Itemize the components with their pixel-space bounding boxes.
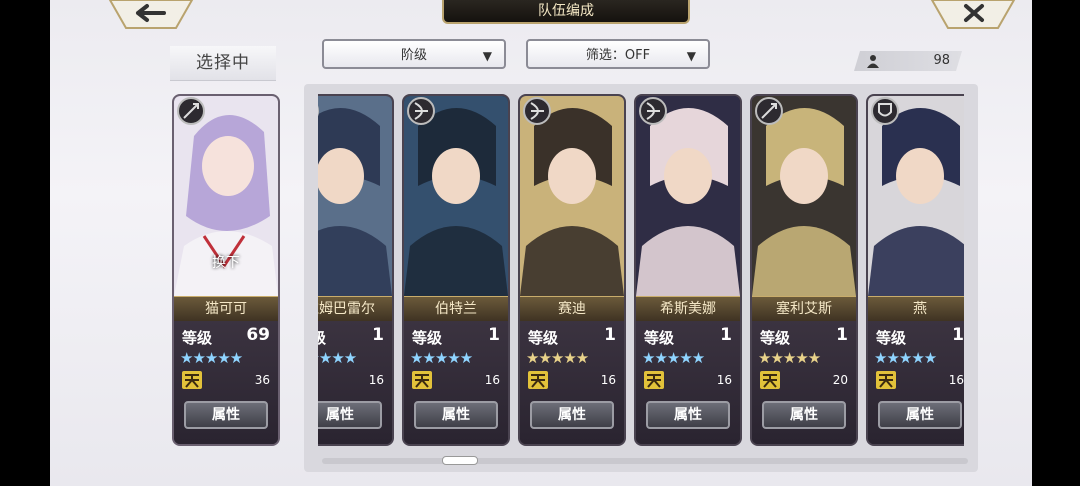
filter-label: 筛选：OFF: [585, 48, 651, 63]
attributes-button[interactable]: 属性: [762, 401, 846, 429]
star-rating: ★★★★★: [318, 349, 357, 367]
heaven-rank-icon: [528, 371, 548, 389]
star-rating: ★★★★★: [874, 349, 937, 367]
character-portrait: [868, 96, 964, 296]
unit-name: 伯特兰: [404, 296, 508, 322]
selecting-label: 选择中: [170, 46, 276, 81]
character-portrait: [752, 96, 856, 296]
level-label: 等级: [318, 329, 327, 347]
unit-card[interactable]: 拉姆巴雷尔等级 1 ★★★★★ 16 属性: [318, 96, 392, 444]
level-value: 1: [488, 325, 500, 345]
level-label: 等级: [644, 329, 675, 347]
chevron-down-icon: ▼: [686, 49, 696, 63]
heaven-rank-icon: [760, 371, 780, 389]
close-icon: [930, 0, 1016, 29]
star-rating: ★★★★★: [526, 349, 589, 367]
attributes-button[interactable]: 属性: [318, 401, 382, 429]
character-portrait: [520, 96, 624, 296]
level-value: 69: [246, 325, 270, 345]
level-value: 1: [372, 325, 384, 345]
chevron-down-icon: ▼: [482, 49, 492, 63]
level-label: 等级: [876, 329, 907, 347]
heaven-rank-icon: [412, 371, 432, 389]
level-label: 等级: [412, 329, 443, 347]
unit-name: 塞利艾斯: [752, 296, 856, 322]
unit-count-value: 98: [933, 53, 950, 68]
level-value: 1: [952, 325, 964, 345]
unit-name: 赛迪: [520, 296, 624, 322]
star-rating: ★★★★★: [180, 349, 243, 367]
skill-value: 36: [254, 373, 270, 387]
selected-unit-card[interactable]: 换下 猫可可 等级 69 ★★★★★ 36 属性: [174, 96, 278, 444]
star-rating: ★★★★★: [758, 349, 821, 367]
roster-scroll-thumb[interactable]: [442, 456, 478, 465]
arrow-left-icon: [108, 0, 194, 29]
skill-value: 16: [484, 373, 500, 387]
attributes-button[interactable]: 属性: [530, 401, 614, 429]
bow-icon: [639, 97, 667, 125]
attributes-button[interactable]: 属性: [646, 401, 730, 429]
swap-out-label: 换下: [212, 255, 240, 271]
skill-value: 16: [716, 373, 732, 387]
level-label: 等级: [760, 329, 791, 347]
level-label: 等级: [182, 329, 213, 347]
attributes-button[interactable]: 属性: [878, 401, 962, 429]
unit-roster: 拉姆巴雷尔等级 1 ★★★★★ 16 属性 伯特兰等级 1 ★★★★★ 16 属性 赛迪等级 1 ★★★…: [318, 90, 964, 450]
person-icon: [866, 54, 880, 68]
heaven-rank-icon: [644, 371, 664, 389]
bow-icon: [523, 97, 551, 125]
character-portrait: [636, 96, 740, 296]
unit-name: 燕: [868, 296, 964, 322]
character-portrait: [318, 96, 392, 296]
filter-dropdown[interactable]: 筛选：OFF ▼: [526, 39, 710, 69]
level-label: 等级: [528, 329, 559, 347]
level-value: 1: [720, 325, 732, 345]
close-button[interactable]: [930, 0, 1016, 30]
shield-icon: [871, 97, 899, 125]
heaven-rank-icon: [182, 371, 202, 389]
spear-icon: [755, 97, 783, 125]
star-rating: ★★★★★: [642, 349, 705, 367]
unit-name: 猫可可: [174, 296, 278, 322]
unit-card[interactable]: 希斯美娜等级 1 ★★★★★ 16 属性: [636, 96, 740, 444]
unit-card[interactable]: 塞利艾斯等级 1 ★★★★★ 20 属性: [752, 96, 856, 444]
unit-card[interactable]: 赛迪等级 1 ★★★★★ 16 属性: [520, 96, 624, 444]
rank-sort-label: 阶级: [400, 48, 427, 63]
unit-count: 98: [854, 51, 962, 71]
level-value: 1: [604, 325, 616, 345]
unit-card[interactable]: 燕等级 1 ★★★★★ 16 属性: [868, 96, 964, 444]
roster-scrollbar[interactable]: [322, 458, 968, 464]
skill-value: 20: [832, 373, 848, 387]
unit-name: 拉姆巴雷尔: [318, 296, 392, 322]
unit-name: 希斯美娜: [636, 296, 740, 322]
rank-sort-dropdown[interactable]: 阶级 ▼: [322, 39, 506, 69]
level-value: 1: [836, 325, 848, 345]
attributes-button[interactable]: 属性: [414, 401, 498, 429]
star-rating: ★★★★★: [410, 349, 473, 367]
unit-card[interactable]: 伯特兰等级 1 ★★★★★ 16 属性: [404, 96, 508, 444]
bow-icon: [407, 97, 435, 125]
spear-icon: [318, 105, 319, 117]
character-portrait: [404, 96, 508, 296]
page-title: 队伍编成: [442, 0, 690, 24]
skill-value: 16: [368, 373, 384, 387]
skill-value: 16: [600, 373, 616, 387]
heaven-rank-icon: [876, 371, 896, 389]
spear-icon: [177, 97, 205, 125]
attributes-button[interactable]: 属性: [184, 401, 268, 429]
skill-value: 16: [948, 373, 964, 387]
back-button[interactable]: [108, 0, 194, 30]
